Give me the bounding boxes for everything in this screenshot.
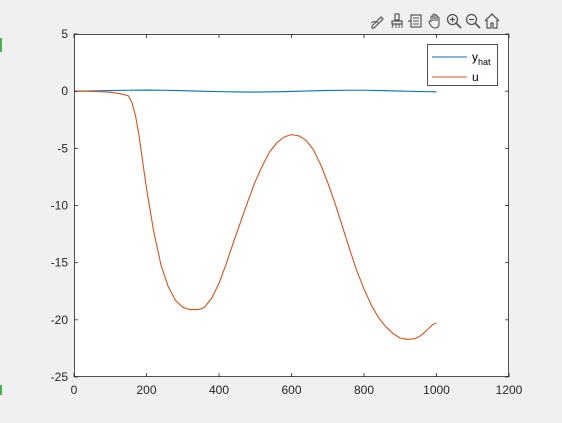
y-tick-label: -20 (51, 313, 69, 327)
figure-window: 0 200 400 600 800 1000 1200 5 0 -5 -10 -15 -20 -25 yh… (0, 0, 562, 423)
legend-label-base: u (472, 70, 479, 84)
x-tick-label: 0 (71, 383, 78, 397)
x-tick-label: 800 (354, 383, 374, 397)
legend[interactable]: yhatu (427, 44, 498, 86)
legend-label-u: u (472, 70, 479, 84)
legend-label-subscript: hat (478, 57, 491, 67)
x-tick-label: 200 (136, 383, 156, 397)
x-tick-label: 400 (209, 383, 229, 397)
x-tick-label: 1000 (423, 383, 450, 397)
y-tick-label: -15 (51, 256, 69, 270)
y-tick-label: 5 (61, 27, 68, 41)
y-tick-label: 0 (61, 84, 68, 98)
y-tick-label: -25 (51, 370, 69, 384)
y-tick-label: -5 (57, 141, 68, 155)
x-tick-label: 600 (281, 383, 301, 397)
y-tick-label: -10 (51, 199, 69, 213)
line-chart: 0 200 400 600 800 1000 120050-5-10-15-20-25 yh… (51, 27, 523, 397)
x-tick-label: 1200 (496, 383, 523, 397)
